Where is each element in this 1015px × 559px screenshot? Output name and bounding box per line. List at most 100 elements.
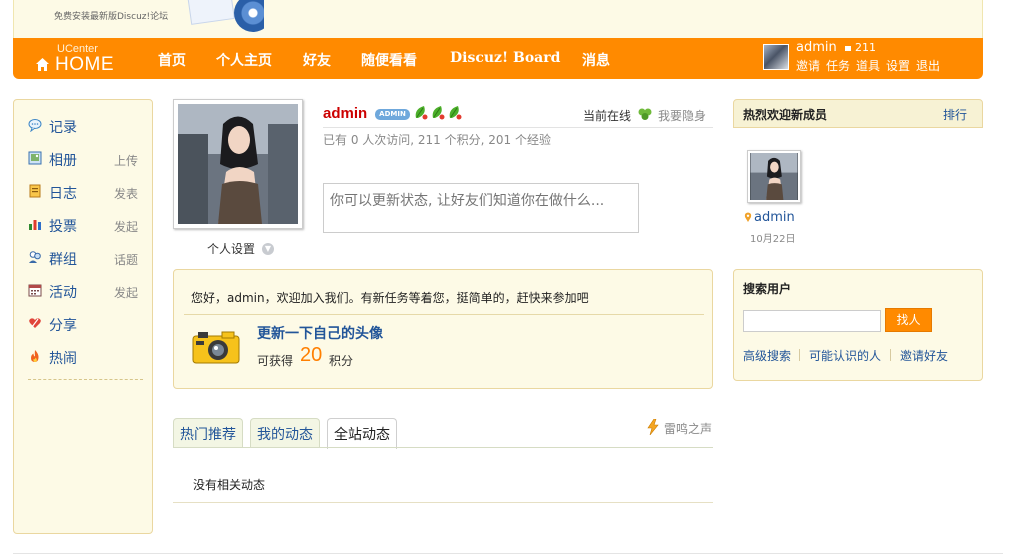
task-reward-unit: 积分 <box>329 354 354 368</box>
nav-user-avatar[interactable] <box>763 44 789 70</box>
sidebar-action-upload[interactable]: 上传 <box>114 152 138 169</box>
camera-icon <box>192 331 240 364</box>
new-member-name[interactable]: admin <box>754 210 795 225</box>
credit-coin-icon <box>845 44 851 51</box>
task-panel: 您好，admin，欢迎加入我们。有新任务等着您，挺简单的，赶快来参加吧 更新一下… <box>173 269 713 389</box>
sidebar-item-blog[interactable]: 日志 发表 <box>28 182 148 202</box>
nav-link-friends[interactable]: 好友 <box>303 50 331 70</box>
profile-stats: 已有 0 人次访问, 211 个积分, 201 个经验 <box>323 133 551 147</box>
task-title-link[interactable]: 更新一下自己的头像 <box>257 323 383 343</box>
sidebar-item-poll[interactable]: 投票 发起 <box>28 215 148 235</box>
speech-bubble-icon <box>28 119 42 132</box>
profile-settings-link[interactable]: 个人设置 <box>207 240 255 257</box>
tabs-baseline <box>173 447 713 448</box>
advanced-search-link[interactable]: 高级搜索 <box>743 347 791 364</box>
nav-link-discuz-board[interactable]: Discuz! Board <box>450 50 560 66</box>
task-reward-label: 可获得 <box>257 354 294 368</box>
app-sidebar: 记录 相册 上传 日志 发表 投票 发起 群组 话题 活动 发起 分享 热闹 <box>13 99 153 534</box>
calendar-icon <box>28 284 42 297</box>
task-divider <box>184 314 704 315</box>
install-disc-icon <box>234 0 264 32</box>
nav-logout-link[interactable]: 退出 <box>916 57 940 74</box>
banner-ad[interactable]: 免费安装最新版Discuz!论坛 <box>34 0 264 36</box>
blog-notebook-icon <box>29 184 41 198</box>
admin-badge: ADMIN <box>375 109 410 120</box>
main-navbar: UCenter HOME 首页 个人主页 好友 随便看看 Discuz! Boa… <box>13 38 983 79</box>
sidebar-label: 日志 <box>49 186 77 202</box>
new-member-avatar[interactable] <box>747 150 801 203</box>
nav-invite-link[interactable]: 邀请 <box>796 57 820 74</box>
level-leaf-icon <box>449 106 462 120</box>
photo-album-icon <box>28 151 42 165</box>
tab-site-feed[interactable]: 全站动态 <box>327 418 397 449</box>
nav-credit-count: 211 <box>855 41 876 54</box>
status-input[interactable] <box>323 183 639 233</box>
tab-my-feed[interactable]: 我的动态 <box>250 418 320 448</box>
poll-bar-chart-icon <box>29 220 41 230</box>
sidebar-action-topic[interactable]: 话题 <box>114 251 138 268</box>
tab-hot[interactable]: 热门推荐 <box>173 418 243 448</box>
sidebar-label: 分享 <box>49 318 77 334</box>
user-search-title: 搜索用户 <box>743 282 792 296</box>
sidebar-item-hot[interactable]: 热闹 <box>28 347 148 367</box>
sidebar-label: 活动 <box>49 285 77 301</box>
profile-username[interactable]: admin <box>323 105 367 122</box>
sidebar-item-event[interactable]: 活动 发起 <box>28 281 148 301</box>
ucenter-home-logo[interactable]: UCenter HOME <box>35 43 125 75</box>
home-label: HOME <box>55 54 114 75</box>
link-separator <box>799 349 800 361</box>
software-box-icon <box>187 0 235 25</box>
ranking-link[interactable]: 排行 <box>943 106 967 123</box>
group-people-icon <box>29 251 41 263</box>
flame-icon <box>31 350 39 362</box>
nav-link-messages[interactable]: 消息 <box>582 50 610 70</box>
sidebar-item-share[interactable]: 分享 <box>28 314 148 334</box>
online-status: 当前在线 <box>583 109 632 123</box>
house-icon <box>36 58 49 71</box>
top-banner: 免费安装最新版Discuz!论坛 <box>13 0 983 38</box>
sidebar-item-album[interactable]: 相册 上传 <box>28 149 148 169</box>
clover-icon <box>638 108 652 120</box>
sidebar-action-start-event[interactable]: 发起 <box>114 284 138 301</box>
nav-tasks-link[interactable]: 任务 <box>826 57 850 74</box>
new-members-header: 热烈欢迎新成员 排行 <box>733 99 983 128</box>
sidebar-action-start-poll[interactable]: 发起 <box>114 218 138 235</box>
user-search-input[interactable] <box>743 310 881 332</box>
people-you-may-know-link[interactable]: 可能认识的人 <box>809 347 881 364</box>
link-separator <box>890 349 891 361</box>
sidebar-label: 群组 <box>49 252 77 268</box>
sidebar-item-doing[interactable]: 记录 <box>28 116 148 136</box>
thunder-icon <box>647 419 659 435</box>
sidebar-item-group[interactable]: 群组 话题 <box>28 248 148 268</box>
banner-promo-text: 免费安装最新版Discuz!论坛 <box>54 12 169 22</box>
task-welcome-text: 您好，admin，欢迎加入我们。有新任务等着您，挺简单的，赶快来参加吧 <box>191 291 589 305</box>
nav-username[interactable]: admin <box>796 40 837 55</box>
find-user-button[interactable]: 找人 <box>885 308 932 332</box>
profile-avatar[interactable] <box>173 99 303 229</box>
invite-friends-link[interactable]: 邀请好友 <box>900 347 948 364</box>
new-member-date: 10月22日 <box>750 234 796 245</box>
avatar-photo-illustration <box>750 153 798 200</box>
nav-link-index[interactable]: 首页 <box>158 50 186 70</box>
thunder-voice-link[interactable]: 雷鸣之声 <box>664 420 712 437</box>
feed-divider <box>173 502 713 503</box>
new-members-title: 热烈欢迎新成员 <box>743 108 828 122</box>
profile-divider <box>323 127 713 128</box>
new-member-avatar-image <box>750 153 798 200</box>
nav-link-browse[interactable]: 随便看看 <box>361 50 417 70</box>
profile-avatar-image <box>178 104 298 224</box>
nav-settings-link[interactable]: 设置 <box>886 57 910 74</box>
task-reward-points: 20 <box>300 344 323 366</box>
chevron-down-icon[interactable]: ▼ <box>262 243 274 255</box>
go-invisible-link[interactable]: 我要隐身 <box>658 107 706 124</box>
nav-link-my-space[interactable]: 个人主页 <box>216 50 272 70</box>
level-leaf-icon <box>415 106 428 120</box>
user-search-panel: 搜索用户 找人 高级搜索 可能认识的人 邀请好友 <box>733 269 983 381</box>
footer-divider <box>13 553 1003 554</box>
sidebar-label: 热闹 <box>49 351 77 367</box>
nav-props-link[interactable]: 道具 <box>856 57 880 74</box>
avatar-photo-illustration <box>178 104 298 224</box>
level-leaf-icon <box>432 106 445 120</box>
sidebar-action-publish[interactable]: 发表 <box>114 185 138 202</box>
sidebar-divider <box>28 379 143 380</box>
